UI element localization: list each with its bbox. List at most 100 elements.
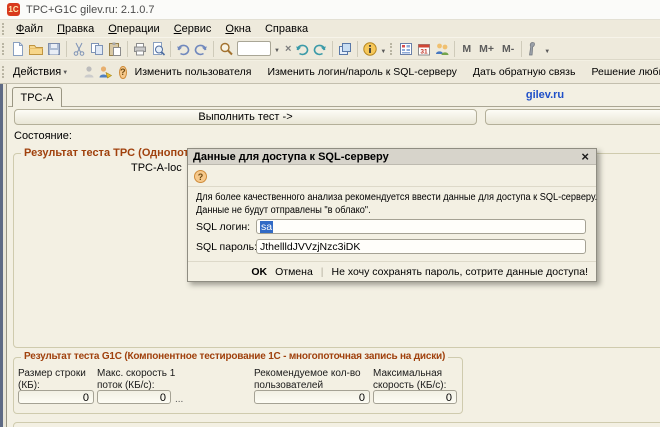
- actions-toolbar: Действия ▼ ? Изменить пользователя Измен…: [0, 61, 660, 84]
- sql-access-dialog: Данные для доступа к SQL-серверу × ? Для…: [187, 148, 597, 282]
- toolbar-search-input[interactable]: [237, 41, 271, 56]
- info-icon[interactable]: [361, 40, 379, 58]
- feedback-command[interactable]: Дать обратную связь: [473, 66, 576, 78]
- sql-password-label: SQL пароль:: [196, 241, 258, 253]
- sql-login-label: SQL логин:: [196, 221, 251, 233]
- help-icon[interactable]: ?: [119, 65, 127, 79]
- tpc-group-title: Результат теста TPC (Однопоточн: [21, 147, 212, 159]
- toolbar-separator: [213, 40, 214, 57]
- g1c-col-max-speed: Максимальная скорость (КБ/с):: [373, 368, 459, 392]
- toolbar-separator: [66, 40, 67, 57]
- toolbar-grip[interactable]: [390, 42, 393, 55]
- toolbar-separator: [357, 40, 359, 57]
- actions-dropdown-icon: ▼: [62, 70, 69, 76]
- ok-button[interactable]: OK: [251, 266, 267, 278]
- toolbar-grip[interactable]: [2, 66, 4, 78]
- g1c-result-group: Результат теста G1C (Компонентное тестир…: [13, 351, 463, 414]
- users-icon[interactable]: [433, 40, 451, 58]
- run-test-button[interactable]: Выполнить тест ->: [14, 109, 477, 125]
- g1c-group-title: Результат теста G1C (Компонентное тестир…: [21, 351, 449, 362]
- recommended-users-field[interactable]: 0: [254, 390, 370, 404]
- panel-left-border: [6, 84, 7, 427]
- toolbar-separator: [170, 40, 171, 57]
- field-label: Макс. скорость 1 поток (КБ/с):: [97, 368, 176, 391]
- dialog-help-icon[interactable]: ?: [194, 170, 207, 183]
- tpc-row-label: TPC-A-loc: [131, 162, 182, 174]
- save-icon[interactable]: [45, 40, 63, 58]
- field-label: Максимальная скорость (КБ/с):: [373, 368, 447, 391]
- menu-help[interactable]: Справка: [258, 22, 315, 36]
- window-title: TPC+G1C gilev.ru: 2.1.0.7: [26, 3, 155, 16]
- toolbar-grip[interactable]: [2, 42, 5, 55]
- menu-edit[interactable]: Правка: [50, 22, 101, 36]
- menu-operations[interactable]: Операции: [101, 22, 166, 36]
- toolbar-separator: [454, 40, 456, 57]
- paste-icon[interactable]: [106, 40, 124, 58]
- status-label: Состояние:: [14, 130, 72, 142]
- selected-text: sa: [260, 221, 274, 233]
- sql-password-input[interactable]: JthellldJVVzjNzc3iDK: [256, 239, 586, 254]
- gilev-ru-link[interactable]: gilev.ru: [500, 89, 590, 101]
- g1c-col-row-size: Размер строки (КБ):: [18, 368, 94, 392]
- search-dropdown-icon[interactable]: ▼: [271, 48, 283, 54]
- undo-icon[interactable]: [174, 40, 192, 58]
- footer-divider: |: [320, 266, 324, 278]
- g1c-col-max-speed-1: Макс. скорость 1 поток (КБ/с):: [97, 368, 177, 392]
- toolbar-grip[interactable]: [2, 22, 5, 35]
- standard-toolbar: ▼ × ▼ 31 M M+ M- ▼: [0, 37, 660, 60]
- dialog-footer: OK Отмена | Не хочу сохранять пароль, со…: [251, 266, 588, 278]
- actions-menu-button[interactable]: Действия ▼: [8, 63, 75, 81]
- menu-file[interactable]: Файл: [9, 22, 50, 36]
- calculator-icon[interactable]: [397, 40, 415, 58]
- menu-windows[interactable]: Окна: [218, 22, 258, 36]
- cut-icon[interactable]: [70, 40, 88, 58]
- search-clear-icon[interactable]: ×: [283, 43, 293, 55]
- max-speed-1-field[interactable]: 0: [97, 390, 171, 404]
- tab-tpc-a[interactable]: TPC-A: [12, 87, 62, 107]
- max-speed-field[interactable]: 0: [373, 390, 457, 404]
- go-forward-icon[interactable]: [311, 40, 329, 58]
- sql-login-input[interactable]: sa: [256, 219, 586, 234]
- go-back-icon[interactable]: [293, 40, 311, 58]
- tab-strip-line: [8, 106, 660, 107]
- title-bar: 1C TPC+G1C gilev.ru: 2.1.0.7: [0, 0, 660, 20]
- search-icon[interactable]: [217, 40, 235, 58]
- menu-service[interactable]: Сервис: [167, 22, 219, 36]
- app-logo-icon: 1C: [7, 3, 20, 16]
- redo-icon[interactable]: [192, 40, 210, 58]
- dialog-message-line2: Данные не будут отправлены "в облако".: [196, 205, 371, 216]
- dialog-title: Данные для доступа к SQL-серверу: [193, 150, 389, 163]
- dialog-title-bar[interactable]: Данные для доступа к SQL-серверу ×: [188, 149, 596, 165]
- memory-recall-button[interactable]: M: [458, 42, 475, 56]
- memory-subtract-button[interactable]: M-: [498, 42, 518, 56]
- open-folder-icon[interactable]: [27, 40, 45, 58]
- memory-add-button[interactable]: M+: [475, 42, 498, 56]
- dialog-message: Для более качественного анализа рекоменд…: [196, 191, 598, 217]
- cancel-button[interactable]: Отмена: [275, 266, 313, 278]
- user-switch-icon[interactable]: [97, 63, 113, 81]
- calendar-icon[interactable]: 31: [415, 40, 433, 58]
- dialog-separator: [188, 261, 596, 262]
- copy-icon[interactable]: [88, 40, 106, 58]
- settings-dropdown-icon[interactable]: ▼: [544, 49, 550, 55]
- dialog-message-line1: Для более качественного анализа рекоменд…: [196, 192, 598, 203]
- info-dropdown-icon[interactable]: ▼: [380, 49, 386, 55]
- ellipsis-label: ...: [175, 394, 184, 405]
- change-user-command[interactable]: Изменить пользователя: [135, 66, 252, 78]
- print-icon[interactable]: [131, 40, 149, 58]
- solve-problems-command[interactable]: Решение любых проблем производитель: [591, 66, 660, 78]
- secondary-test-button[interactable]: [485, 109, 660, 125]
- dialog-close-icon[interactable]: ×: [579, 150, 591, 163]
- print-preview-icon[interactable]: [149, 40, 167, 58]
- change-sql-login-command[interactable]: Изменить логин/пароль к SQL-серверу: [267, 66, 456, 78]
- user-disabled-icon[interactable]: [81, 63, 97, 81]
- svg-text:31: 31: [421, 48, 429, 55]
- app-window: 1C TPC+G1C gilev.ru: 2.1.0.7 Файл Правка…: [0, 0, 660, 427]
- forget-password-link[interactable]: Не хочу сохранять пароль, сотрите данные…: [332, 266, 588, 278]
- toolbar-separator: [332, 40, 334, 57]
- new-document-icon[interactable]: [9, 40, 27, 58]
- windows-list-icon[interactable]: [336, 40, 354, 58]
- row-size-field[interactable]: 0: [18, 390, 94, 404]
- dialog-separator: [188, 186, 596, 187]
- settings-wrench-icon[interactable]: [525, 40, 543, 58]
